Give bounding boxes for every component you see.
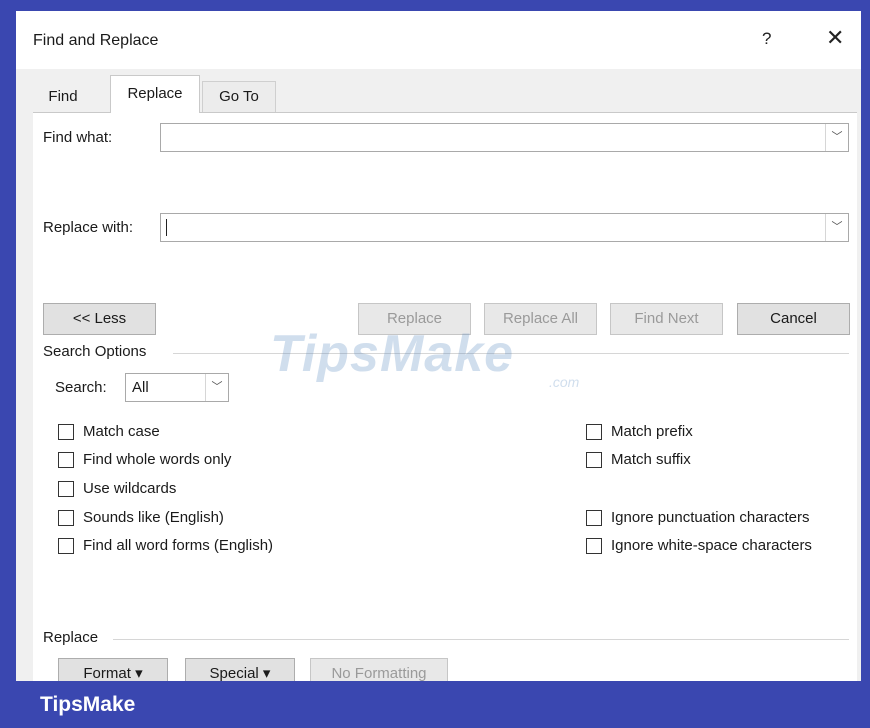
replace-with-input[interactable]: ﹀: [160, 213, 849, 242]
watermark-logo: TipsMake: [270, 325, 515, 383]
match-case-checkbox[interactable]: Match case: [58, 423, 160, 440]
tab-goto[interactable]: Go To: [202, 81, 276, 112]
checkbox-box[interactable]: [58, 423, 74, 440]
dialog-title: Find and Replace: [33, 32, 159, 49]
find-what-input[interactable]: ﹀: [160, 123, 849, 152]
tab-replace[interactable]: Replace: [110, 75, 200, 113]
checkbox-box[interactable]: [58, 451, 74, 468]
chevron-down-icon[interactable]: ﹀: [205, 374, 228, 401]
wildcards-checkbox[interactable]: Use wildcards: [58, 480, 176, 497]
less-button[interactable]: << Less: [43, 303, 156, 335]
replace-with-label: Replace with:: [43, 219, 134, 236]
format-button[interactable]: Format ▾: [58, 658, 168, 681]
checkbox-box[interactable]: [586, 509, 602, 526]
chevron-down-icon[interactable]: ﹀: [825, 124, 848, 151]
tab-find[interactable]: Find: [33, 83, 93, 111]
word-forms-checkbox[interactable]: Find all word forms (English): [58, 537, 273, 554]
match-suffix-checkbox[interactable]: Match suffix: [586, 451, 691, 468]
match-prefix-checkbox[interactable]: Match prefix: [586, 423, 693, 440]
chevron-down-icon[interactable]: ﹀: [825, 214, 848, 241]
search-direction-value: All: [132, 379, 149, 396]
divider: [113, 639, 849, 640]
checkbox-label: Ignore punctuation characters: [611, 509, 810, 526]
no-formatting-button[interactable]: No Formatting: [310, 658, 448, 681]
close-icon[interactable]: ✕: [826, 25, 844, 51]
checkbox-label: Match suffix: [611, 451, 691, 468]
text-cursor: [166, 219, 167, 236]
checkbox-box[interactable]: [58, 509, 74, 526]
find-next-button[interactable]: Find Next: [610, 303, 723, 335]
checkbox-box[interactable]: [586, 423, 602, 440]
replace-panel: Find what: ﹀ Replace with: ﹀ << Less Rep…: [33, 112, 857, 681]
ignore-whitespace-checkbox[interactable]: Ignore white-space characters: [586, 537, 812, 554]
help-icon[interactable]: ?: [762, 29, 771, 49]
checkbox-label: Ignore white-space characters: [611, 537, 812, 554]
title-bar: Find and Replace ? ✕: [16, 11, 861, 69]
checkbox-box[interactable]: [58, 480, 74, 497]
sounds-like-checkbox[interactable]: Sounds like (English): [58, 509, 224, 526]
watermark-suffix: .com: [549, 374, 580, 390]
checkbox-box[interactable]: [58, 537, 74, 554]
checkbox-label: Find all word forms (English): [83, 537, 274, 554]
checkbox-label: Match prefix: [611, 423, 693, 440]
checkbox-label: Find whole words only: [83, 451, 232, 468]
checkbox-box[interactable]: [586, 537, 602, 554]
banner-logo-text: TipsMake: [40, 693, 136, 716]
cancel-button[interactable]: Cancel: [737, 303, 850, 335]
checkbox-box[interactable]: [586, 451, 602, 468]
search-direction-select[interactable]: All ﹀: [125, 373, 229, 402]
checkbox-label: Use wildcards: [83, 480, 177, 497]
search-label: Search:: [55, 379, 107, 396]
checkbox-label: Match case: [83, 423, 160, 440]
whole-words-checkbox[interactable]: Find whole words only: [58, 451, 231, 468]
replace-section-heading: Replace: [43, 629, 99, 646]
ignore-punctuation-checkbox[interactable]: Ignore punctuation characters: [586, 509, 809, 526]
search-options-heading: Search Options: [43, 343, 147, 360]
special-button[interactable]: Special ▾: [185, 658, 295, 681]
checkbox-label: Sounds like (English): [83, 509, 224, 526]
find-what-label: Find what:: [43, 129, 113, 146]
